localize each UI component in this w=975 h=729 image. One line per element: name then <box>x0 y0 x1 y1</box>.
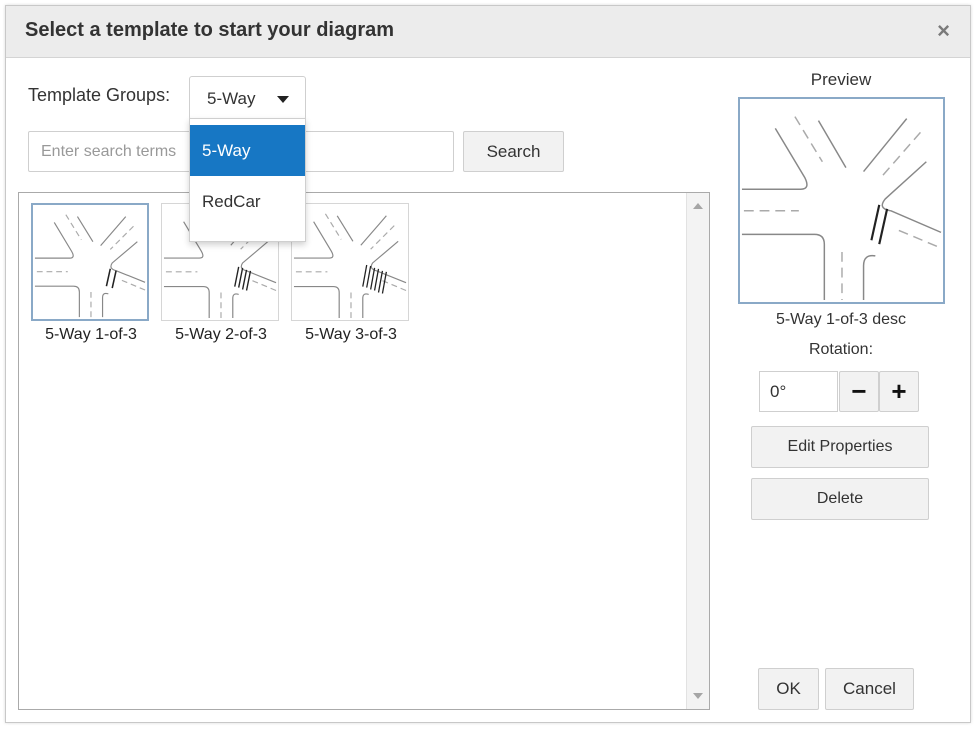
intersection-thumbnail-icon <box>34 214 146 318</box>
rotation-increase-button[interactable]: + <box>879 371 919 412</box>
dialog-titlebar: Select a template to start your diagram … <box>6 6 970 58</box>
close-icon[interactable]: × <box>937 20 950 42</box>
template-group-value: 5-Way <box>207 89 256 108</box>
template-group-dropdown: 5-Way RedCar <box>189 118 306 242</box>
rotation-input[interactable] <box>759 371 838 412</box>
preview-image <box>738 97 945 304</box>
list-scrollbar[interactable] <box>686 193 709 709</box>
template-caption: 5-Way 3-of-3 <box>305 326 397 343</box>
intersection-thumbnail-icon <box>293 213 407 319</box>
template-caption: 5-Way 1-of-3 <box>45 326 137 343</box>
template-groups-label: Template Groups: <box>28 85 171 105</box>
template-dialog: Select a template to start your diagram … <box>5 5 971 723</box>
template-thumbnail <box>291 203 409 321</box>
cancel-button[interactable]: Cancel <box>825 668 914 710</box>
template-item[interactable]: 5-Way 1-of-3 <box>31 203 151 344</box>
rotation-label: Rotation: <box>808 341 874 358</box>
dropdown-option-5-way[interactable]: 5-Way <box>190 125 305 176</box>
template-item[interactable]: 5-Way 3-of-3 <box>291 203 411 344</box>
delete-button[interactable]: Delete <box>751 478 929 520</box>
ok-button[interactable]: OK <box>758 668 819 710</box>
caret-down-icon <box>277 96 289 103</box>
dialog-title: Select a template to start your diagram <box>25 19 395 41</box>
intersection-preview-icon <box>741 116 942 301</box>
template-caption: 5-Way 2-of-3 <box>175 326 267 343</box>
template-list[interactable]: 5-Way 1-of-3 5-Way 2-of-3 5-Way 3-of-3 <box>18 192 710 710</box>
rotation-decrease-button[interactable]: − <box>839 371 879 412</box>
search-button[interactable]: Search <box>463 131 564 172</box>
preview-description: 5-Way 1-of-3 desc <box>775 311 907 328</box>
scroll-down-icon[interactable] <box>693 693 703 699</box>
preview-label: Preview <box>810 70 872 89</box>
dropdown-option-redcar[interactable]: RedCar <box>190 176 305 227</box>
template-group-select[interactable]: 5-Way <box>189 76 306 120</box>
edit-properties-button[interactable]: Edit Properties <box>751 426 929 468</box>
scroll-up-icon[interactable] <box>693 203 703 209</box>
template-thumbnail <box>31 203 149 321</box>
